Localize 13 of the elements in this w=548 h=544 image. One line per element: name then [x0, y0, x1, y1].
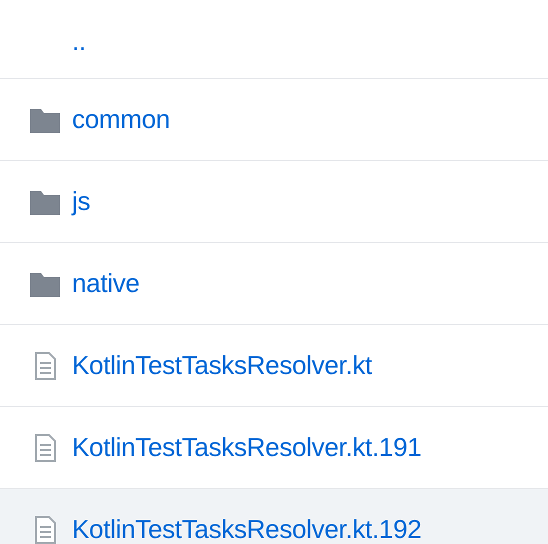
- folder-link[interactable]: native: [72, 264, 140, 303]
- list-row[interactable]: KotlinTestTasksResolver.kt: [0, 324, 548, 406]
- list-row[interactable]: common: [0, 78, 548, 160]
- list-row[interactable]: native: [0, 242, 548, 324]
- list-row[interactable]: js: [0, 160, 548, 242]
- file-link[interactable]: KotlinTestTasksResolver.kt.192: [72, 510, 422, 544]
- folder-link[interactable]: common: [72, 100, 170, 139]
- list-row[interactable]: KotlinTestTasksResolver.kt.192: [0, 488, 548, 544]
- folder-link[interactable]: js: [72, 182, 90, 221]
- list-row[interactable]: ..: [0, 0, 548, 78]
- parent-directory-link[interactable]: ..: [72, 22, 86, 60]
- file-link[interactable]: KotlinTestTasksResolver.kt: [72, 346, 372, 385]
- file-link[interactable]: KotlinTestTasksResolver.kt.191: [72, 428, 422, 467]
